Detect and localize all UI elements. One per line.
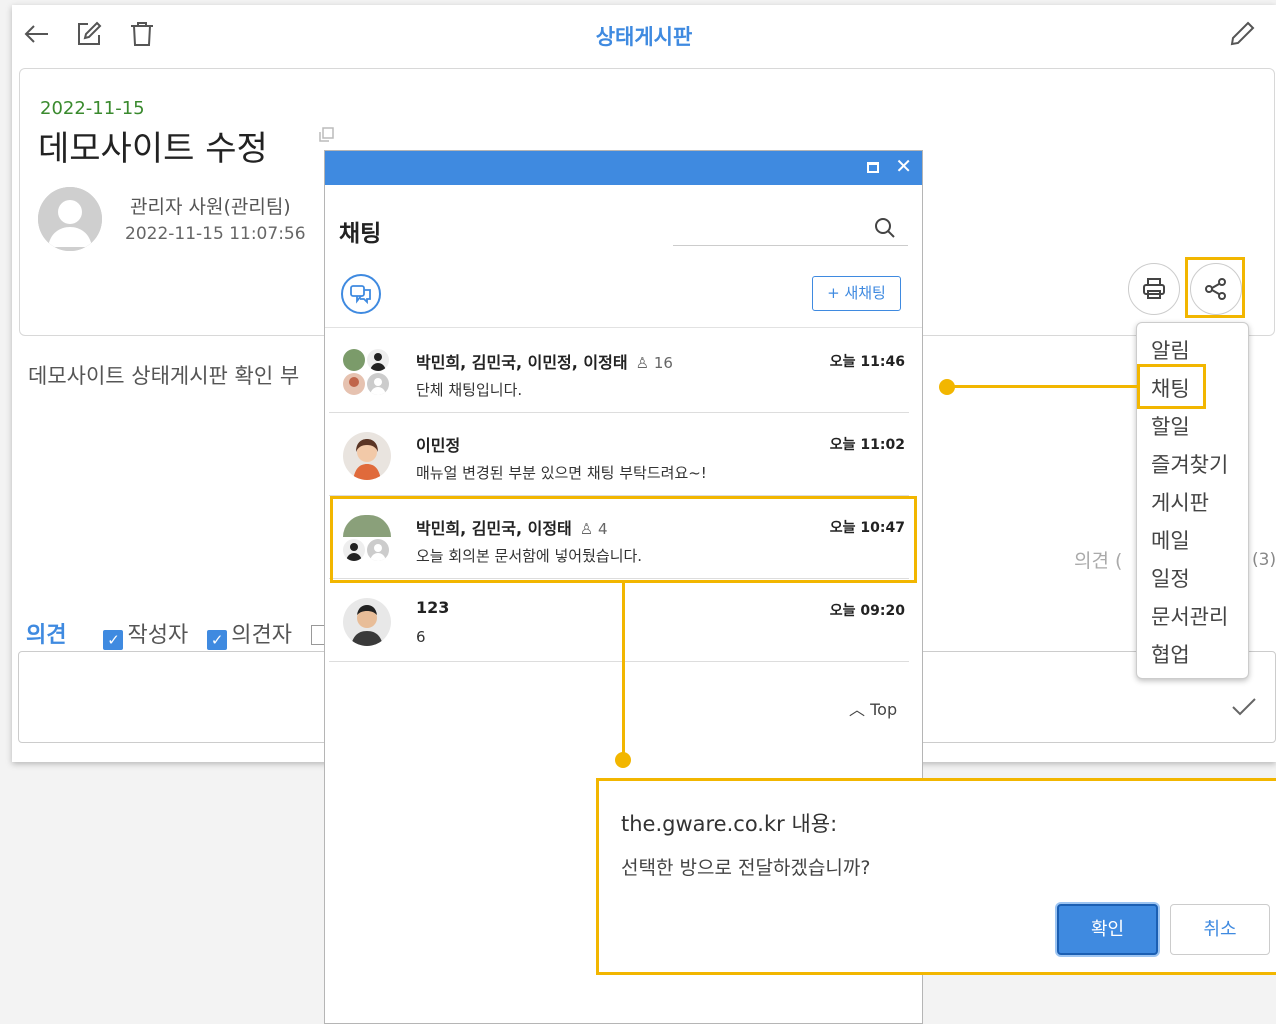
comment-filter-bar: 의견 ✓ 작성자 ✓ 의견자 bbox=[26, 617, 325, 650]
page-title: 상태게시판 bbox=[595, 25, 693, 49]
confirm-button[interactable]: 확인 bbox=[1057, 904, 1158, 955]
comment-label: 의견 bbox=[26, 623, 67, 648]
share-item-todo[interactable]: 할일 bbox=[1151, 411, 1190, 441]
cancel-button[interactable]: 취소 bbox=[1170, 904, 1270, 955]
member-avatar bbox=[343, 432, 391, 480]
room-message: 매뉴얼 변경된 부분 있으면 채팅 부탁드려요~! bbox=[416, 464, 707, 482]
member-avatar bbox=[343, 349, 365, 371]
member-avatar bbox=[367, 373, 389, 395]
chat-search-input[interactable] bbox=[673, 211, 908, 246]
author-name: 관리자 사원(관리팀) bbox=[130, 196, 291, 218]
room-time: 오늘 11:46 bbox=[829, 354, 905, 370]
connector-line bbox=[946, 385, 1137, 388]
post-body: 데모사이트 상태게시판 확인 부 bbox=[28, 364, 300, 388]
post-date: 2022-11-15 bbox=[40, 98, 145, 119]
share-item-board[interactable]: 게시판 bbox=[1151, 487, 1209, 517]
pencil-icon[interactable] bbox=[1227, 19, 1257, 49]
room-name: 이민정 bbox=[416, 436, 461, 455]
chat-room[interactable]: 이민정 오늘 11:02 매뉴얼 변경된 부분 있으면 채팅 부탁드려요~! bbox=[329, 414, 909, 496]
author-avatar bbox=[38, 187, 102, 251]
maximize-icon[interactable] bbox=[867, 162, 879, 173]
close-icon[interactable]: ✕ bbox=[895, 154, 912, 178]
chat-list-button[interactable] bbox=[341, 274, 381, 314]
share-item-notice[interactable]: 알림 bbox=[1151, 335, 1190, 365]
post-title: 데모사이트 수정 bbox=[38, 129, 268, 169]
chat-title: 채팅 bbox=[339, 221, 382, 247]
member-avatar bbox=[367, 349, 389, 371]
room-message: 단체 채팅입니다. bbox=[416, 381, 523, 399]
copy-icon[interactable] bbox=[317, 126, 335, 144]
room-name: 123 bbox=[416, 598, 450, 617]
share-item-mail[interactable]: 메일 bbox=[1151, 525, 1190, 555]
post-timestamp: 2022-11-15 11:07:56 bbox=[125, 224, 306, 244]
dialog-title: the.gware.co.kr 내용: bbox=[621, 812, 838, 836]
author-filter-label: 작성자 bbox=[127, 623, 189, 648]
divider bbox=[325, 327, 922, 328]
room-time: 오늘 09:20 bbox=[829, 603, 905, 619]
chat-item-highlight bbox=[1137, 364, 1206, 409]
chevron-up-icon: ︿ bbox=[849, 700, 866, 719]
check-icon[interactable] bbox=[1231, 697, 1257, 717]
share-item-documents[interactable]: 문서관리 bbox=[1151, 601, 1228, 631]
new-chat-button[interactable]: + 새채팅 bbox=[812, 276, 901, 311]
room-time: 오늘 11:02 bbox=[829, 437, 905, 453]
chat-room[interactable]: 박민희, 김민국, 이민정, 이정태 ♙ 16 오늘 11:46 단체 채팅입니다… bbox=[329, 331, 909, 413]
opinion-label: 의견 ( bbox=[1074, 550, 1123, 572]
member-avatar bbox=[343, 373, 365, 395]
connector-line bbox=[622, 583, 625, 760]
person-icon: ♙ bbox=[635, 354, 650, 372]
member-avatar bbox=[343, 598, 391, 646]
dialog-message: 선택한 방으로 전달하겠습니까? bbox=[621, 857, 871, 879]
chat-bubbles-icon bbox=[343, 283, 379, 305]
commenter-filter-checkbox[interactable]: ✓ bbox=[207, 630, 228, 650]
chat-room[interactable]: 123 오늘 09:20 6 bbox=[329, 580, 909, 662]
share-item-schedule[interactable]: 일정 bbox=[1151, 563, 1190, 593]
commenter-filter-label: 의견자 bbox=[231, 623, 292, 648]
opinion-count: (3) bbox=[1252, 550, 1276, 570]
printer-icon bbox=[1129, 276, 1179, 302]
share-item-collab[interactable]: 협업 bbox=[1151, 639, 1190, 669]
chat-titlebar: ✕ bbox=[325, 151, 922, 185]
member-count: ♙ 16 bbox=[635, 354, 673, 372]
selected-room-highlight bbox=[330, 496, 917, 583]
author-filter-checkbox[interactable]: ✓ bbox=[103, 630, 124, 650]
room-message: 6 bbox=[416, 628, 426, 646]
extra-filter-checkbox[interactable] bbox=[310, 625, 325, 645]
share-item-favorites[interactable]: 즐겨찾기 bbox=[1151, 449, 1228, 479]
confirm-dialog: the.gware.co.kr 내용: 선택한 방으로 전달하겠습니까? 확인 … bbox=[596, 778, 1276, 975]
room-name: 박민희, 김민국, 이민정, 이정태 ♙ 16 bbox=[416, 353, 673, 372]
scroll-top-button[interactable]: ︿ Top bbox=[849, 696, 897, 720]
print-button[interactable] bbox=[1128, 263, 1180, 315]
connector-dot bbox=[615, 752, 631, 768]
share-button-highlight bbox=[1185, 257, 1245, 318]
